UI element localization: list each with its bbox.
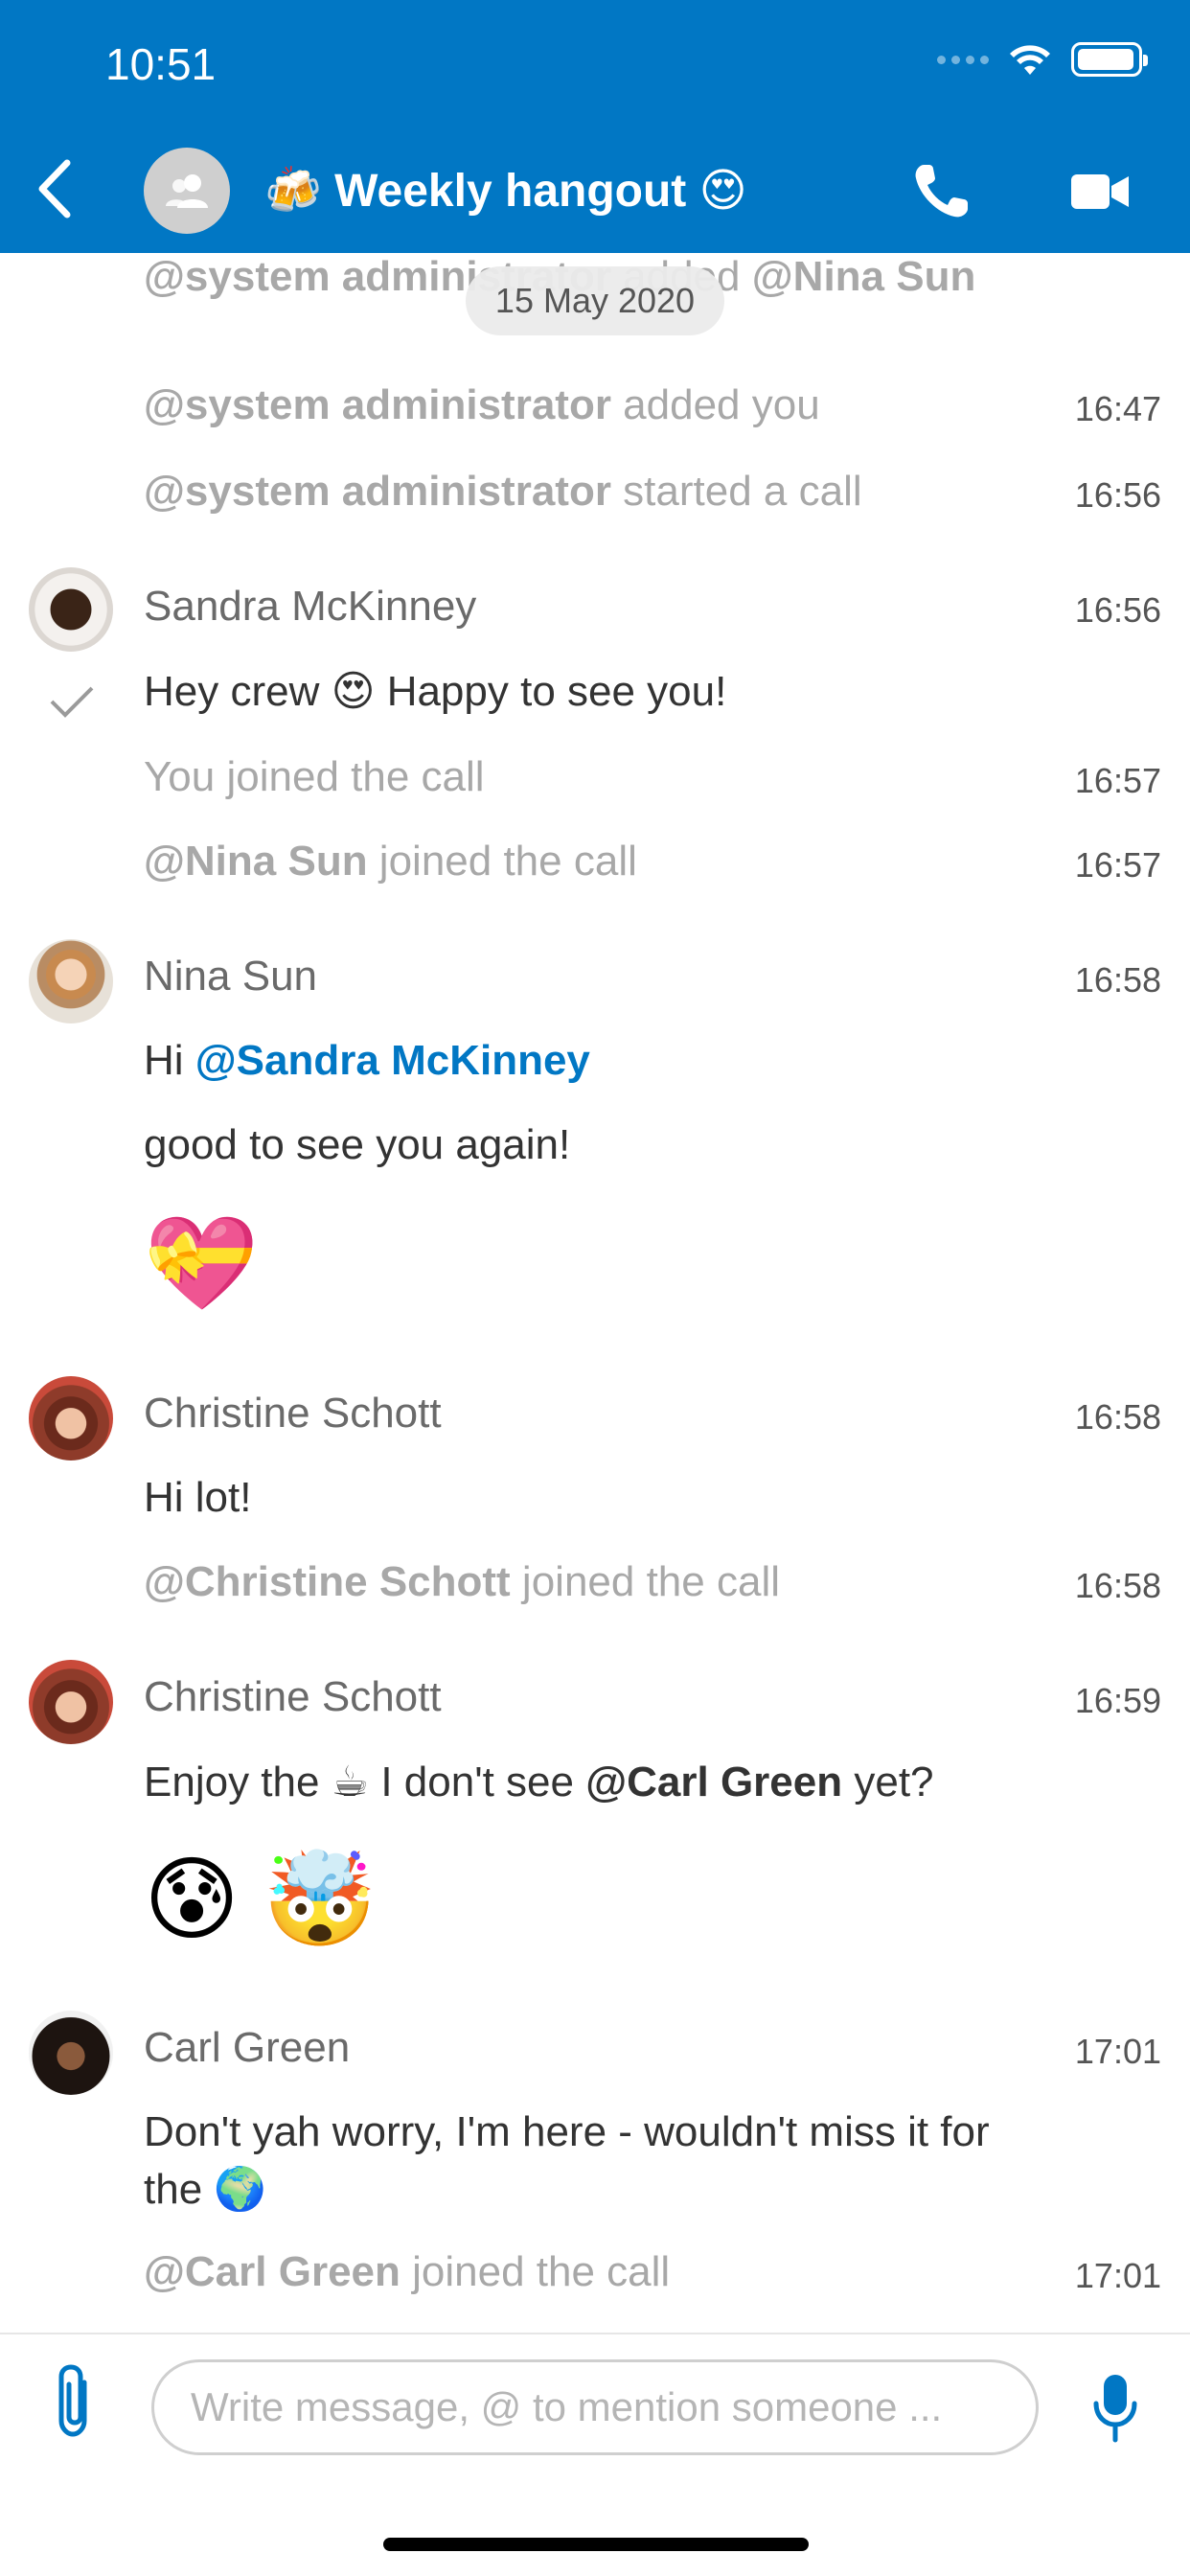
wifi-icon bbox=[1010, 45, 1050, 75]
message-text[interactable]: the 🌍 bbox=[144, 2164, 1161, 2214]
message-time: 16:47 bbox=[1074, 389, 1161, 428]
status-time: 10:51 bbox=[105, 39, 217, 89]
sender-name[interactable]: Sandra McKinney bbox=[144, 583, 476, 630]
message-text[interactable]: Hi @Sandra McKinney bbox=[144, 1037, 1161, 1085]
message-composer bbox=[0, 2333, 1190, 2576]
message-time: 16:56 bbox=[1074, 475, 1161, 515]
avatar-sandra-mckinney[interactable] bbox=[29, 567, 113, 652]
emoji-message[interactable]: 😰 bbox=[144, 1848, 240, 1953]
message-header: Carl Green 17:01 bbox=[144, 2024, 1161, 2072]
system-message: @system administrator started a call 16:… bbox=[144, 468, 1161, 515]
message-text[interactable]: Hey crew 😍 Happy to see you! bbox=[144, 667, 1161, 716]
message-time: 16:58 bbox=[1074, 960, 1161, 1000]
microphone-button[interactable] bbox=[1092, 2373, 1138, 2444]
avatar-nina-sun[interactable] bbox=[29, 939, 113, 1024]
message-text[interactable]: Don't yah worry, I'm here - wouldn't mis… bbox=[144, 2108, 1161, 2156]
message-time: 16:56 bbox=[1074, 590, 1161, 630]
message-text[interactable]: Enjoy the ☕ I don't see @Carl Green yet? bbox=[144, 1758, 1161, 1806]
message-time: 16:57 bbox=[1074, 845, 1161, 885]
chat-title[interactable]: 🍻 Weekly hangout 😍 bbox=[264, 163, 747, 218]
chat-screen: 10:51 🍻 Weekly hangout 😍 @system adminis… bbox=[0, 0, 1190, 2576]
video-call-button[interactable] bbox=[1069, 171, 1131, 213]
signal-icon bbox=[937, 55, 989, 64]
message-text[interactable]: good to see you again! bbox=[144, 1121, 1161, 1169]
message-header: Christine Schott 16:59 bbox=[144, 1673, 1161, 1721]
message-text[interactable]: Hi lot! bbox=[144, 1474, 1161, 1522]
emoji-message[interactable]: 🤯 bbox=[263, 1848, 378, 1953]
phone-call-button[interactable] bbox=[910, 161, 972, 222]
sender-name[interactable]: Christine Schott bbox=[144, 1390, 442, 1437]
user-mention[interactable]: @Sandra McKinney bbox=[195, 1037, 590, 1084]
group-avatar[interactable] bbox=[144, 148, 230, 234]
chat-header: 10:51 🍻 Weekly hangout 😍 bbox=[0, 0, 1190, 253]
read-check-icon bbox=[50, 686, 94, 718]
avatar-carl-green[interactable] bbox=[29, 2011, 113, 2095]
sender-name[interactable]: Christine Schott bbox=[144, 1673, 442, 1720]
attachment-button[interactable] bbox=[50, 2361, 100, 2442]
message-time: 16:57 bbox=[1074, 761, 1161, 800]
group-icon bbox=[166, 174, 208, 208]
message-time: 16:58 bbox=[1074, 1397, 1161, 1437]
back-button[interactable] bbox=[36, 159, 75, 218]
system-message: @Nina Sun joined the call 16:57 bbox=[144, 838, 1161, 885]
user-mention[interactable]: @Carl Green bbox=[585, 1759, 842, 1806]
home-indicator bbox=[383, 2538, 809, 2551]
message-header: Christine Schott 16:58 bbox=[144, 1390, 1161, 1438]
message-time: 17:01 bbox=[1074, 2256, 1161, 2295]
message-list[interactable]: @system administrator added @Nina Sun @s… bbox=[0, 253, 1190, 2333]
message-time: 16:59 bbox=[1074, 1681, 1161, 1720]
system-message: You joined the call 16:57 bbox=[144, 753, 1161, 800]
message-time: 16:58 bbox=[1074, 1566, 1161, 1605]
message-input[interactable] bbox=[151, 2359, 1039, 2455]
avatar-christine-schott[interactable] bbox=[29, 1376, 113, 1460]
message-header: Nina Sun 16:58 bbox=[144, 953, 1161, 1000]
avatar-christine-schott[interactable] bbox=[29, 1660, 113, 1744]
sender-name[interactable]: Nina Sun bbox=[144, 953, 317, 1000]
sender-name[interactable]: Carl Green bbox=[144, 2024, 350, 2071]
status-icons bbox=[937, 42, 1148, 77]
system-message: @Carl Green joined the call 17:01 bbox=[144, 2248, 1161, 2295]
emoji-message[interactable]: 💝 bbox=[144, 1211, 259, 1317]
message-header: Sandra McKinney 16:56 bbox=[144, 583, 1161, 631]
date-chip: 15 May 2020 bbox=[466, 266, 724, 335]
battery-icon bbox=[1071, 42, 1148, 77]
system-message: @Christine Schott joined the call 16:58 bbox=[144, 1558, 1161, 1605]
system-message: @system administrator added you 16:47 bbox=[144, 381, 1161, 428]
message-time: 17:01 bbox=[1074, 2032, 1161, 2071]
